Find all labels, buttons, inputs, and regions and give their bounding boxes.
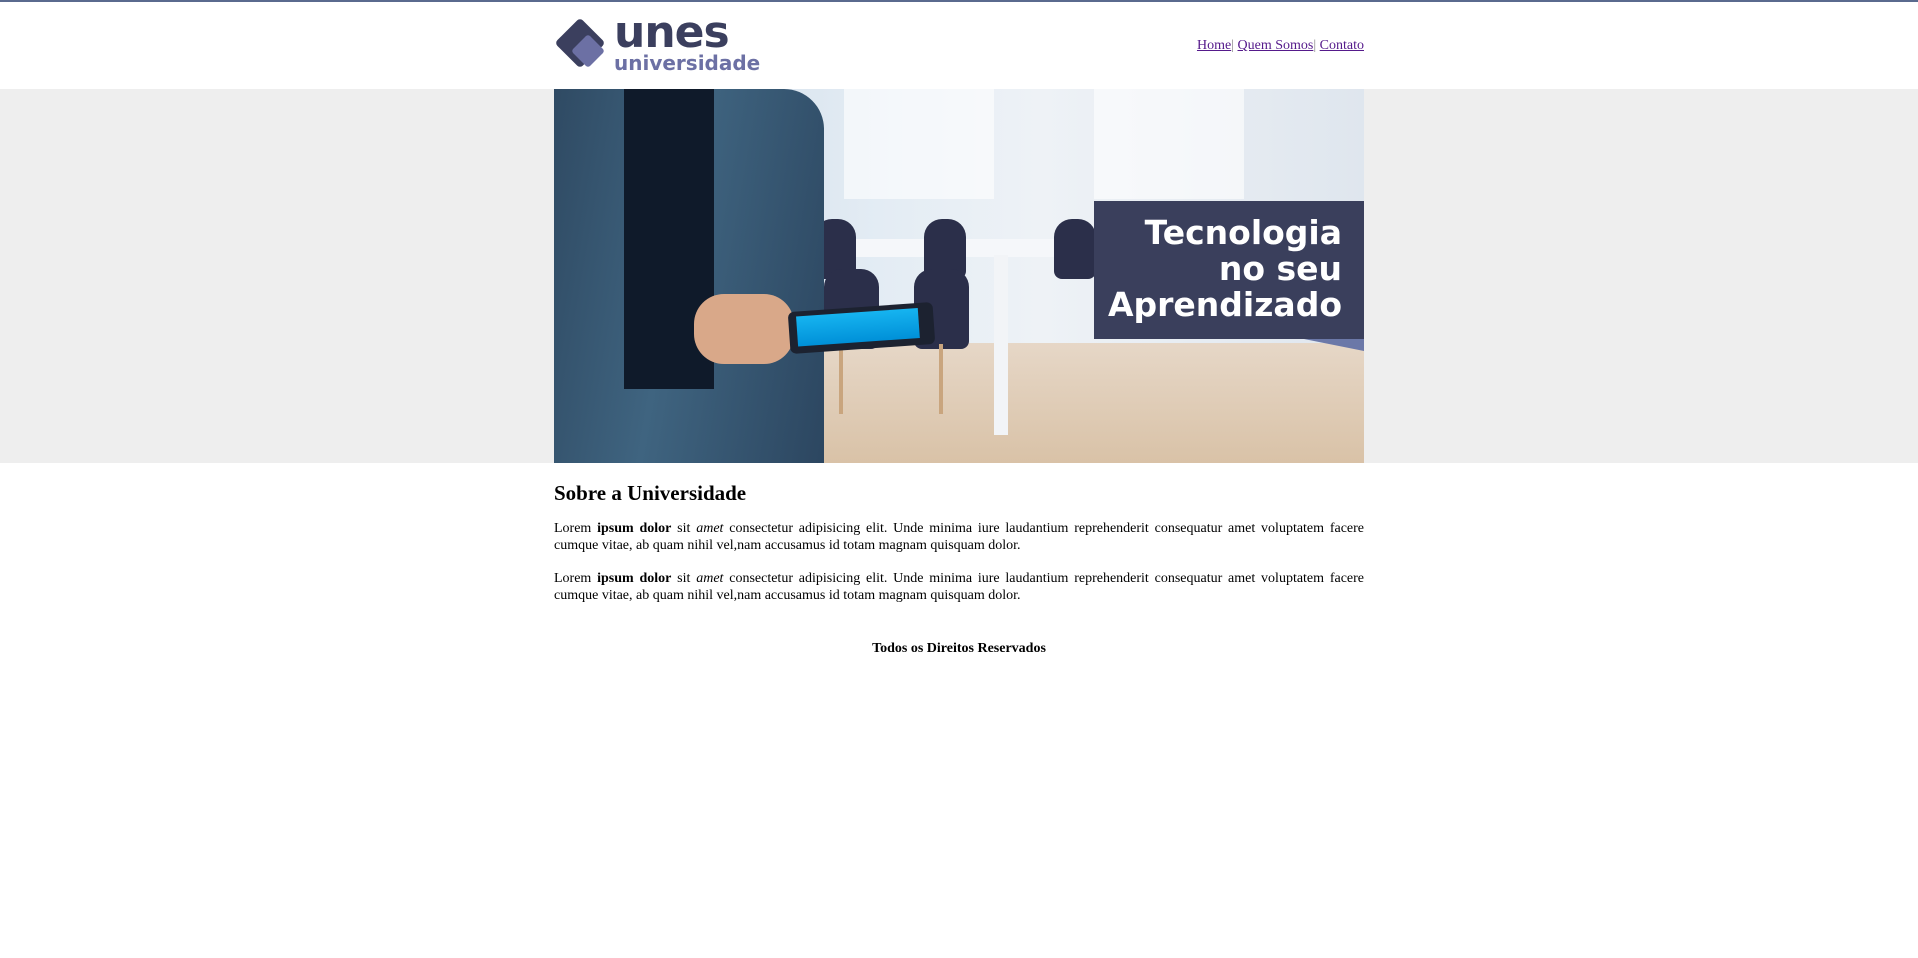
- logo[interactable]: unes universidade: [554, 11, 761, 75]
- banner-headline-line-1: Tecnologia: [1144, 213, 1342, 252]
- banner-strip: Tecnologia no seu Aprendizado: [0, 89, 1918, 463]
- footer-copyright: Todos os Direitos Reservados: [872, 641, 1046, 656]
- main-content: Sobre a Universidade Lorem ipsum dolor s…: [554, 463, 1364, 657]
- nav-separator: |: [1313, 38, 1317, 53]
- paragraph-text: sit: [671, 521, 697, 536]
- paragraph-text: sit: [671, 571, 697, 586]
- paragraph-italic: amet: [696, 571, 724, 586]
- paragraph-italic: amet: [696, 521, 724, 536]
- logo-primary-text: unes: [614, 7, 730, 58]
- logo-wordmark: unes universidade: [614, 11, 761, 75]
- page-title: Sobre a Universidade: [554, 481, 747, 505]
- background-window: [844, 89, 994, 199]
- banner-box-accent: [1304, 339, 1364, 351]
- main-nav: Home| Quem Somos| Contato: [1197, 38, 1364, 54]
- site-header: unes universidade Home| Quem Somos| Cont…: [554, 2, 1364, 89]
- hero-banner: Tecnologia no seu Aprendizado: [554, 89, 1364, 463]
- banner-hand: [694, 294, 794, 364]
- nav-link-quem-somos[interactable]: Quem Somos: [1238, 38, 1314, 53]
- nav-separator: |: [1231, 38, 1234, 53]
- paragraph-1: Lorem ipsum dolor sit amet consectetur a…: [554, 520, 1364, 554]
- nav-link-home[interactable]: Home: [1197, 38, 1231, 53]
- banner-table-leg: [994, 255, 1008, 435]
- paragraph-text: Lorem: [554, 521, 598, 536]
- paragraph-2: Lorem ipsum dolor sit amet consectetur a…: [554, 570, 1364, 604]
- banner-headline-line-3: Aprendizado: [1107, 285, 1342, 324]
- banner-chair-leg: [839, 344, 843, 414]
- tablet-screen: [796, 308, 920, 347]
- paragraph-bold: ipsum dolor: [597, 521, 672, 536]
- banner-headline-line-2: no seu: [1218, 249, 1342, 288]
- nav-link-contato[interactable]: Contato: [1320, 38, 1364, 53]
- background-window: [1094, 89, 1244, 199]
- banner-headline-box: Tecnologia no seu Aprendizado: [1094, 201, 1364, 339]
- paragraph-bold: ipsum dolor: [597, 571, 672, 586]
- paragraph-text: Lorem: [554, 571, 598, 586]
- banner-chair: [1054, 219, 1096, 279]
- logo-diamond-icon: [554, 17, 610, 73]
- logo-secondary-text: universidade: [614, 51, 761, 75]
- banner-chair-leg: [939, 344, 943, 414]
